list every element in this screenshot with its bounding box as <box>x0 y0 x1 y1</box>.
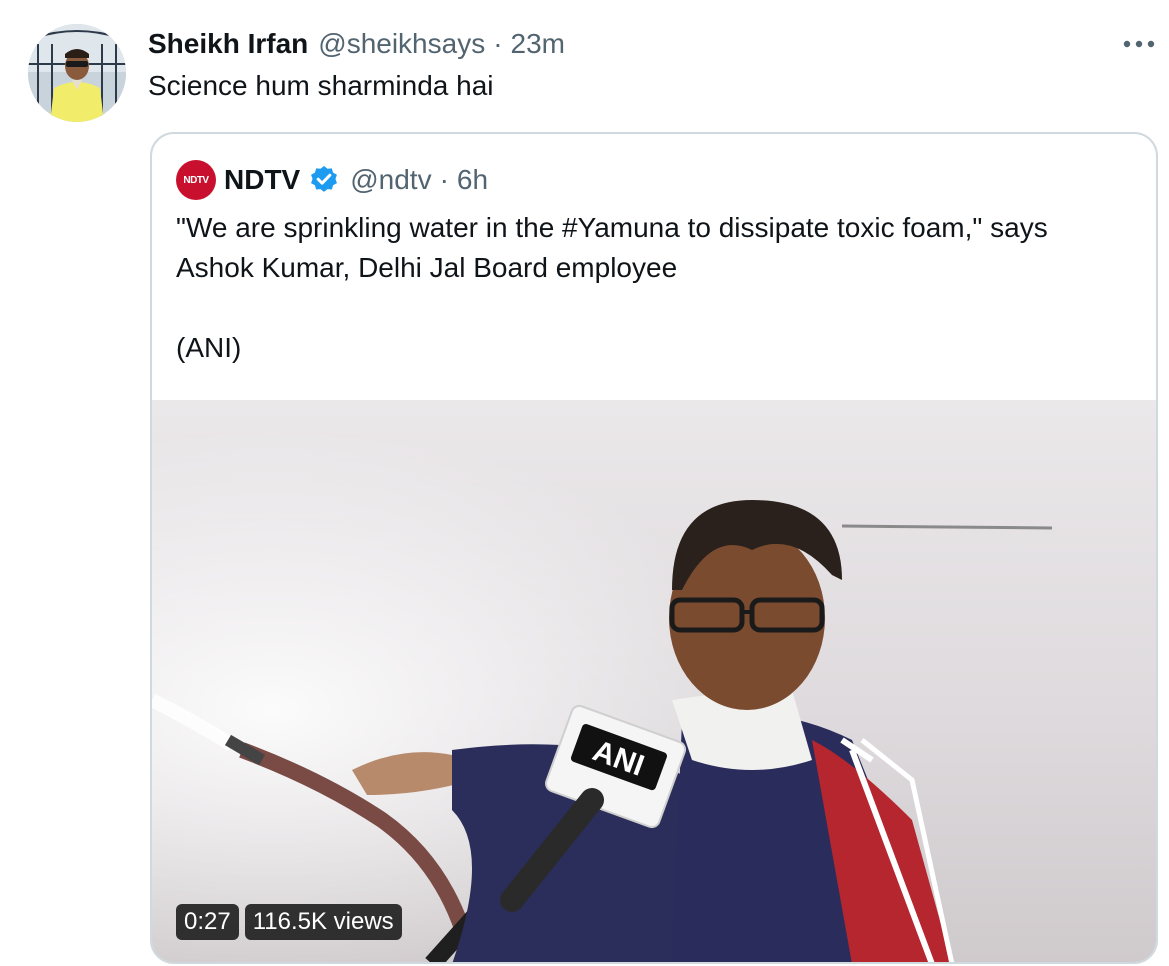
quoted-author-handle[interactable]: @ndtv <box>350 164 431 196</box>
quoted-text-line: Ashok Kumar, Delhi Jal Board employee <box>176 252 678 283</box>
avatar-photo <box>28 24 126 122</box>
video-overlay: 0:27 116.5K views <box>176 904 402 940</box>
ndtv-avatar[interactable]: NDTV <box>176 160 216 200</box>
quoted-tweet-text: "We are sprinkling water in the #Yamuna … <box>176 208 1048 368</box>
separator-dot: · <box>493 28 503 59</box>
author-name[interactable]: Sheikh Irfan <box>148 28 308 60</box>
quoted-tweet-header: NDTV NDTV @ndtv · 6h <box>176 160 488 200</box>
verified-badge-icon <box>311 166 338 192</box>
quoted-text-line: (ANI) <box>176 332 242 363</box>
author-avatar[interactable] <box>28 24 126 122</box>
video-duration: 0:27 <box>176 904 239 940</box>
author-handle[interactable]: @sheikhsays <box>318 28 485 60</box>
video-views: 116.5K views <box>244 904 402 940</box>
more-horizontal-icon <box>1123 40 1155 48</box>
video-player[interactable]: ANI 0:27 116.5K views <box>152 400 1156 962</box>
tweet-text: Science hum sharminda hai <box>148 70 494 101</box>
quoted-separator-dot: · <box>439 164 449 195</box>
tweet-timestamp[interactable]: 23m <box>511 28 565 60</box>
tweet[interactable]: Sheikh Irfan @sheikhsays · 23m Science h… <box>0 0 1169 966</box>
quoted-text-line: "We are sprinkling water in the #Yamuna … <box>176 212 1048 243</box>
video-frame: ANI <box>152 400 1156 962</box>
tweet-header: Sheikh Irfan @sheikhsays · 23m <box>148 26 565 62</box>
quoted-tweet[interactable]: NDTV NDTV @ndtv · 6h "We are sprinkling … <box>150 132 1158 964</box>
quoted-timestamp[interactable]: 6h <box>457 164 488 196</box>
more-options-button[interactable] <box>1119 28 1159 60</box>
quoted-author-name[interactable]: NDTV <box>224 164 300 196</box>
ndtv-logo-text: NDTV <box>183 174 209 186</box>
